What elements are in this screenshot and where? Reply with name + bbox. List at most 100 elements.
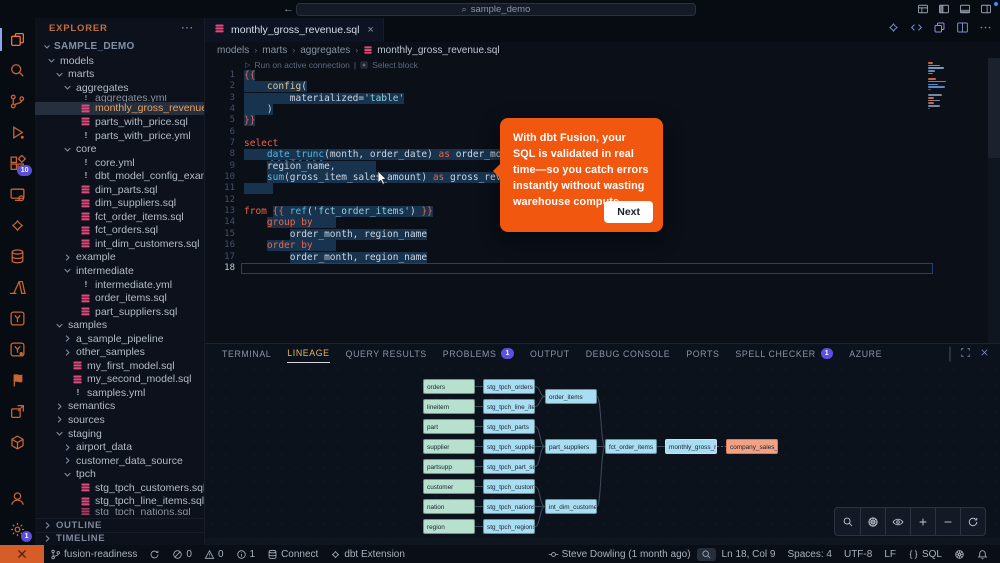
tree-folder-samples[interactable]: samples	[35, 318, 204, 332]
command-center-search[interactable]: ⌕ sample_demo	[296, 3, 696, 16]
status-wheel-icon[interactable]	[948, 549, 971, 560]
tree-folder-semantics[interactable]: semantics	[35, 400, 204, 414]
editor-action-split-editor-icon[interactable]	[956, 21, 969, 39]
lineage-node-part_suppliers[interactable]: part_suppliers	[545, 439, 597, 454]
status-sync-icon[interactable]	[143, 549, 166, 560]
lineage-node-customer[interactable]: customer	[423, 479, 475, 494]
lineage-zoom-search-icon[interactable]	[835, 508, 860, 535]
lineage-node-fct_order_items[interactable]: fct_order_items	[605, 439, 657, 454]
panel-tab-terminal[interactable]: TERMINAL	[222, 344, 271, 363]
tree-folder-other_samples[interactable]: other_samples	[35, 345, 204, 359]
editor-action-code-icon[interactable]	[910, 21, 923, 39]
lineage-canvas[interactable]: orderslineitempartsupplierpartsuppcustom…	[205, 363, 1000, 538]
panel-bottom-icon[interactable]	[959, 3, 971, 15]
editor-action-more-icon[interactable]	[979, 21, 992, 39]
tree-file-fct_order_items.sql[interactable]: fct_order_items.sql	[35, 210, 204, 224]
remote-indicator[interactable]	[0, 545, 44, 563]
tree-folder-core[interactable]: core	[35, 142, 204, 156]
tree-file-core.yml[interactable]: !core.yml	[35, 156, 204, 170]
code-line-3[interactable]: 3 materialized='table'	[205, 93, 1000, 104]
tree-folder-marts[interactable]: marts	[35, 68, 204, 82]
customize-layout-icon[interactable]	[917, 3, 929, 15]
code-line-17[interactable]: 17 order_month, region_name	[205, 252, 1000, 263]
tree-file-intermediate.yml[interactable]: !intermediate.yml	[35, 278, 204, 292]
status-braces-icon[interactable]: SQL	[902, 549, 948, 560]
lineage-node-stg_tpch_customers[interactable]: stg_tpch_customers	[483, 479, 535, 494]
status-lf[interactable]: LF	[878, 549, 902, 560]
breadcrumb-item[interactable]: aggregates	[300, 45, 350, 56]
tab-close-icon[interactable]: ×	[367, 24, 373, 36]
tree-file-dbt_model_config_example.yml[interactable]: !dbt_model_config_example.yml	[35, 169, 204, 183]
close-panel-icon[interactable]	[979, 345, 990, 363]
lineage-minus-icon[interactable]	[935, 508, 960, 535]
tree-file-order_items.sql[interactable]: order_items.sql	[35, 291, 204, 305]
code-line-1[interactable]: 1{{	[205, 70, 1000, 81]
activity-azure-icon[interactable]	[0, 272, 35, 303]
code-line-18[interactable]: 18	[205, 263, 1000, 274]
panel-tab-ports[interactable]: PORTS	[686, 344, 719, 363]
nav-back-icon[interactable]: ←	[283, 3, 294, 15]
tree-folder-tpch[interactable]: tpch	[35, 467, 204, 481]
panel-right-icon[interactable]	[980, 3, 992, 15]
activity-settings-gear-icon[interactable]: 1	[0, 514, 35, 545]
activity-source-control-icon[interactable]	[0, 86, 35, 117]
panel-tab-problems[interactable]: PROBLEMS1	[443, 344, 514, 363]
panel-left-icon[interactable]	[938, 3, 950, 15]
tree-folder-sources[interactable]: sources	[35, 413, 204, 427]
lineage-node-company_sales_da[interactable]: company_sales_da..	[726, 439, 778, 454]
maximize-panel-icon[interactable]	[960, 345, 971, 363]
lineage-node-stg_tpch_nations[interactable]: stg_tpch_nations	[483, 499, 535, 514]
tab-monthly-gross-revenue[interactable]: monthly_gross_revenue.sql ×	[205, 18, 384, 42]
activity-dbt-power-user-alt-icon[interactable]	[0, 334, 35, 365]
status-commit-icon[interactable]: Steve Dowling (1 month ago)	[542, 549, 697, 560]
panel-tab-debug-console[interactable]: DEBUG CONSOLE	[586, 344, 671, 363]
lineage-node-region[interactable]: region	[423, 519, 475, 534]
lineage-node-stg_tpch_orders[interactable]: stg_tpch_orders	[483, 379, 535, 394]
lineage-node-stg_tpch_suppliers[interactable]: stg_tpch_suppliers	[483, 439, 535, 454]
tree-file-parts_with_price.yml[interactable]: !parts_with_price.yml	[35, 129, 204, 143]
tree-file-samples.yml[interactable]: !samples.yml	[35, 386, 204, 400]
tree-file-stg_tpch_customers.sql[interactable]: stg_tpch_customers.sql	[35, 481, 204, 495]
status-warning-icon[interactable]: 0	[198, 549, 230, 560]
lineage-node-int_dim_customers[interactable]: int_dim_customers	[545, 499, 597, 514]
status-git-branch-icon[interactable]: fusion-readiness	[44, 549, 143, 560]
workspace-root[interactable]: SAMPLE_DEMO	[35, 39, 204, 54]
tree-folder-a_sample_pipeline[interactable]: a_sample_pipeline	[35, 332, 204, 346]
activity-flag-icon[interactable]	[0, 365, 35, 396]
lineage-wheel-icon[interactable]	[860, 508, 885, 535]
explorer-more-actions[interactable]: ···	[182, 23, 195, 34]
editor-action-layers-icon[interactable]	[933, 21, 946, 39]
activity-database-icon[interactable]	[0, 241, 35, 272]
run-icon[interactable]: ▷	[245, 61, 250, 69]
tree-file-stg_tpch_line_items.sql[interactable]: stg_tpch_line_items.sql	[35, 495, 204, 509]
status-database-icon[interactable]: Connect	[261, 549, 324, 560]
lineage-node-stg_tpch_line_items[interactable]: stg_tpch_line_items	[483, 399, 535, 414]
lineage-node-lineitem[interactable]: lineitem	[423, 399, 475, 414]
tree-file-my_first_model.sql[interactable]: my_first_model.sql	[35, 359, 204, 373]
panel-scrollbar[interactable]	[205, 538, 1000, 545]
status-utf-8[interactable]: UTF-8	[838, 549, 878, 560]
tree-file-monthly_gross_revenue.sql[interactable]: monthly_gross_revenue.sql	[35, 102, 204, 116]
activity-export-icon[interactable]	[0, 396, 35, 427]
tree-folder-airport_data[interactable]: airport_data	[35, 440, 204, 454]
tree-file-aggregates.yml[interactable]: !aggregates.yml	[35, 95, 204, 102]
breadcrumb-file[interactable]: monthly_gross_revenue.sql	[363, 45, 499, 56]
code-line-2[interactable]: 2 config(	[205, 81, 1000, 92]
editor-action-dbt-icon[interactable]	[887, 21, 900, 39]
editor-scrollbar-thumb[interactable]	[988, 58, 1000, 158]
code-line-16[interactable]: 16 order by	[205, 240, 1000, 251]
tree-folder-intermediate[interactable]: intermediate	[35, 264, 204, 278]
tree-file-int_dim_customers.sql[interactable]: int_dim_customers.sql	[35, 237, 204, 251]
lineage-node-order_items[interactable]: order_items	[545, 389, 597, 404]
breadcrumb-item[interactable]: marts	[262, 45, 287, 56]
codelens-run[interactable]: Run on active connection	[254, 60, 349, 70]
lineage-node-supplier[interactable]: supplier	[423, 439, 475, 454]
tree-folder-example[interactable]: example	[35, 251, 204, 265]
status-info-icon[interactable]: 1	[230, 549, 262, 560]
section-timeline[interactable]: TIMELINE	[35, 532, 204, 546]
activity-dbt-power-user-icon[interactable]	[0, 303, 35, 334]
tree-file-stg_tpch_nations.sql[interactable]: stg_tpch_nations.sql	[35, 508, 204, 515]
panel-tab-query-results[interactable]: QUERY RESULTS	[346, 344, 427, 363]
lineage-node-monthly_gross_rev[interactable]: monthly_gross_rev..	[665, 439, 717, 454]
status-magnifier-icon[interactable]	[697, 548, 716, 561]
